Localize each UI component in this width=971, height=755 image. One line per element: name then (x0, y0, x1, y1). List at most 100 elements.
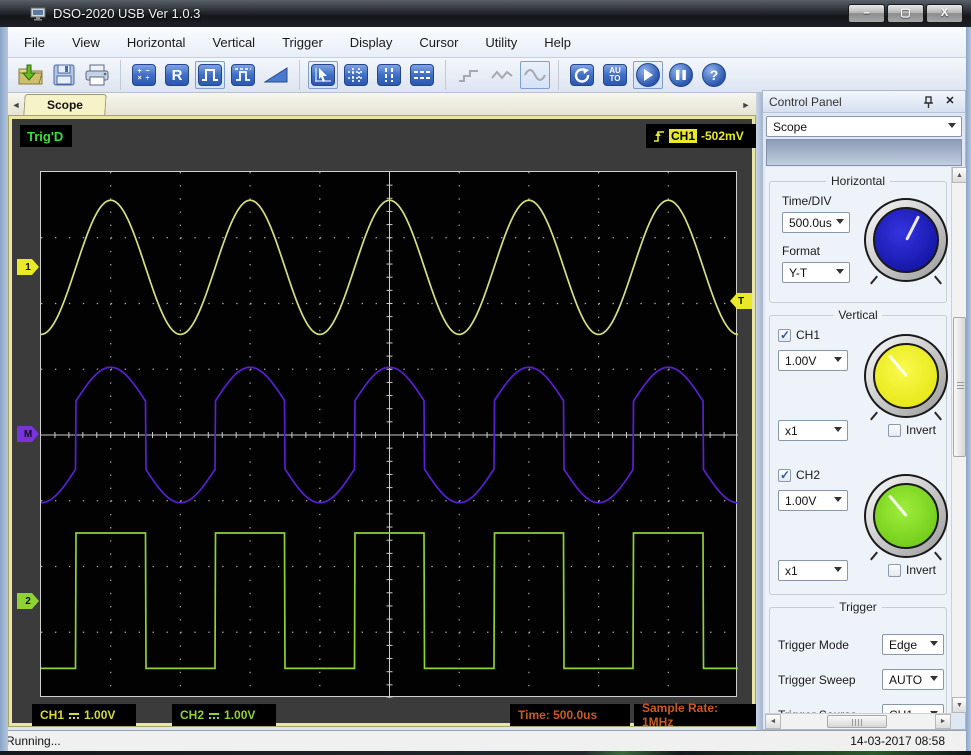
math-icon-row1: + − (137, 68, 151, 75)
scroll-right-icon[interactable]: ► (935, 714, 951, 729)
vertical-group: Vertical CH1 1.00V x1 (769, 308, 948, 595)
ramp-button[interactable] (261, 61, 291, 89)
ch1-scale-dropdown[interactable]: 1.00V (778, 350, 848, 371)
menu-horizontal[interactable]: Horizontal (127, 35, 186, 50)
format-dropdown[interactable]: Y-T (782, 262, 850, 283)
pause-button[interactable] (666, 61, 696, 89)
trigger-group-legend: Trigger (834, 600, 882, 614)
tab-scroll-left-icon[interactable]: ◄ (8, 95, 24, 115)
ch2-enable-checkbox[interactable] (778, 468, 791, 482)
ch1-invert-checkbox[interactable] (888, 423, 901, 437)
ch1-position-knob[interactable] (864, 334, 948, 421)
pin-icon[interactable] (921, 95, 935, 109)
time-div-dropdown[interactable]: 500.0us (782, 212, 850, 233)
window-right-edge (966, 27, 971, 751)
trigger-mode-value: Edge (889, 637, 918, 652)
pass-fail-button[interactable] (228, 61, 258, 89)
horizontal-position-knob[interactable] (864, 198, 948, 285)
refresh-button[interactable] (567, 61, 597, 89)
window-title: DSO-2020 USB Ver 1.0.3 (53, 6, 201, 21)
menu-vertical[interactable]: Vertical (212, 35, 255, 50)
autoset-button[interactable]: AU TO (600, 61, 630, 89)
tab-scroll-right-icon[interactable]: ► (738, 95, 754, 115)
reference-button[interactable]: R (162, 61, 192, 89)
maximize-button[interactable]: ▢ (887, 4, 924, 23)
math-position-marker[interactable]: M (17, 426, 39, 442)
trigger-mode-dropdown[interactable]: Edge (882, 634, 944, 655)
sine-interpolation-icon (524, 69, 546, 81)
menu-help[interactable]: Help (544, 35, 571, 50)
math-button[interactable]: + − × ÷ (129, 61, 159, 89)
menu-cursor[interactable]: Cursor (419, 35, 458, 50)
waveform-plot (40, 171, 738, 698)
ch2-scale-dropdown[interactable]: 1.00V (778, 490, 848, 511)
menu-display[interactable]: Display (350, 35, 393, 50)
ch2-enable-row: CH2 (778, 468, 820, 482)
rising-edge-icon (654, 131, 664, 142)
scroll-up-icon[interactable]: ▲ (952, 167, 967, 183)
menu-utility[interactable]: Utility (485, 35, 517, 50)
trigger-source-dropdown[interactable]: CH1 (882, 704, 944, 713)
printer-icon (85, 64, 109, 86)
control-panel-title: Control Panel (769, 94, 842, 109)
ch2-probe-dropdown[interactable]: x1 (778, 560, 848, 581)
status-bar: Running... 14-03-2017 08:58 (0, 730, 971, 751)
ch1-invert-row: Invert (888, 423, 936, 437)
scroll-left-icon[interactable]: ◄ (765, 714, 781, 729)
save-button[interactable] (49, 61, 79, 89)
dropdown-arrow-icon (930, 641, 938, 646)
timebase-readout: Time: 500.0us (510, 704, 630, 726)
control-panel-header: Control Panel ✕ (763, 91, 965, 113)
ch2-scale-value: 1.00V (224, 708, 256, 722)
horizontal-cursors-button[interactable] (407, 61, 437, 89)
vertical-cursors-button[interactable] (374, 61, 404, 89)
panel-horizontal-scrollbar[interactable]: ◄ ► (765, 713, 951, 729)
ch2-coupling-icon (209, 711, 220, 720)
panel-caption-band (766, 139, 962, 166)
scroll-down-icon[interactable]: ▼ (952, 697, 967, 713)
dropdown-arrow-icon (834, 497, 842, 502)
panel-selector-dropdown[interactable]: Scope (766, 116, 962, 137)
close-button[interactable]: X (926, 4, 963, 23)
ch1-probe-value: x1 (785, 423, 798, 438)
pulse-capture-button[interactable] (195, 61, 225, 89)
ch1-probe-dropdown[interactable]: x1 (778, 420, 848, 441)
ch1-readout: CH1 1.00V (32, 704, 136, 726)
window-bottom-edge (0, 751, 971, 755)
app-window: DSO-2020 USB Ver 1.0.3 – ▢ X File View H… (0, 0, 971, 755)
start-button[interactable] (633, 61, 663, 89)
trigger-readout: CH1 -502mV (646, 124, 758, 148)
menu-trigger[interactable]: Trigger (282, 35, 323, 50)
ch1-coupling-icon (69, 711, 80, 720)
trigger-status-badge: Trig'D (20, 125, 72, 147)
ch1-position-marker[interactable]: 1 (17, 259, 39, 275)
grid-button[interactable] (341, 61, 371, 89)
ch2-position-knob[interactable] (864, 474, 948, 561)
dropdown-arrow-icon (930, 676, 938, 681)
ch1-enable-checkbox[interactable] (778, 328, 791, 342)
ch1-readout-label: CH1 (40, 708, 65, 722)
cursor-button[interactable] (308, 61, 338, 89)
help-button[interactable]: ? (699, 61, 729, 89)
open-button[interactable] (16, 61, 46, 89)
horizontal-scroll-thumb[interactable] (827, 715, 887, 728)
print-button[interactable] (82, 61, 112, 89)
ch2-position-marker[interactable]: 2 (17, 593, 39, 609)
panel-vertical-scrollbar[interactable]: ▲ ▼ (951, 167, 967, 713)
open-folder-icon (18, 64, 43, 85)
math-icon: + − × ÷ (132, 64, 156, 86)
ch2-readout: CH2 1.00V (172, 704, 276, 726)
menu-view[interactable]: View (72, 35, 100, 50)
vertical-scroll-thumb[interactable] (953, 317, 966, 457)
ch2-invert-checkbox[interactable] (888, 563, 901, 577)
trigger-sweep-dropdown[interactable]: AUTO (882, 669, 944, 690)
ch2-readout-label: CH2 (180, 708, 205, 722)
format-label: Format (782, 244, 821, 258)
dropdown-arrow-icon (836, 219, 844, 224)
step-interpolation-icon (459, 70, 478, 82)
minimize-button[interactable]: – (848, 4, 885, 23)
control-panel-close-icon[interactable]: ✕ (943, 94, 957, 108)
tab-scope[interactable]: Scope (23, 94, 107, 115)
vertical-group-legend: Vertical (833, 308, 883, 322)
menu-file[interactable]: File (24, 35, 45, 50)
